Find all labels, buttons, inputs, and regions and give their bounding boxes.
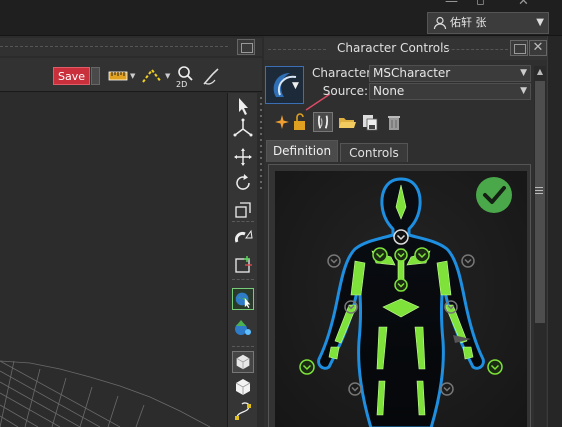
panel-scrollbar[interactable]: ▲ xyxy=(534,66,546,427)
dashed-path-icon[interactable] xyxy=(140,64,164,88)
close-icon[interactable]: ✕ xyxy=(518,0,529,9)
tool-strip xyxy=(227,93,257,427)
path-dropdown-icon[interactable]: ▼ xyxy=(165,72,170,80)
character-body-map xyxy=(299,177,512,427)
node-link-icon[interactable] xyxy=(232,316,254,338)
scroll-thumb[interactable] xyxy=(535,81,545,323)
character-controls-panel: Character Controls ✕ ▼ Character: MSChar… xyxy=(264,36,562,427)
2d-zoom-icon[interactable]: 2D xyxy=(174,64,198,88)
character-select[interactable]: MSCharacter ▼ xyxy=(369,65,531,82)
minimize-icon[interactable]: — xyxy=(445,0,458,9)
close-panel-button[interactable]: ✕ xyxy=(529,40,547,56)
resize-grip-icon[interactable] xyxy=(535,185,543,199)
tool-separator xyxy=(232,279,254,280)
save-stack-icon[interactable] xyxy=(360,112,380,132)
tool-separator xyxy=(232,346,254,347)
source-value: None xyxy=(373,84,405,98)
panel-tabs: Definition Controls xyxy=(265,140,545,162)
restore-icon[interactable]: ▫ xyxy=(476,0,485,9)
save-options-dropdown[interactable] xyxy=(91,67,100,85)
checkmark-circle-icon xyxy=(476,177,512,213)
brush-icon[interactable] xyxy=(200,64,224,88)
tab-controls[interactable]: Controls xyxy=(340,143,408,162)
float-panel-button[interactable] xyxy=(510,40,528,56)
curve-icon[interactable] xyxy=(232,399,254,421)
panel-title: Character Controls xyxy=(337,41,450,55)
scroll-up-icon[interactable]: ▲ xyxy=(534,66,546,78)
ruler-icon[interactable] xyxy=(106,64,130,88)
chevron-down-icon: ▼ xyxy=(520,86,527,96)
thumbnail-dropdown-icon[interactable]: ▼ xyxy=(292,81,299,91)
scale-icon[interactable] xyxy=(232,199,254,221)
save-button[interactable]: Save xyxy=(53,67,90,85)
3d-viewport[interactable] xyxy=(0,93,226,427)
user-icon xyxy=(433,16,447,30)
float-panel-button[interactable] xyxy=(237,39,255,55)
ruler-dropdown-icon[interactable]: ▼ xyxy=(130,72,135,80)
app-root: — ▫ ✕ 佑轩 张 ▼ Save ▼ ▼ 2D Character Contr… xyxy=(0,0,562,427)
pivot-icon[interactable] xyxy=(232,253,254,275)
panel-title-bar: Character Controls ✕ xyxy=(264,38,562,60)
bones-icon[interactable] xyxy=(313,112,333,132)
dock-grip[interactable] xyxy=(268,49,326,50)
trash-icon[interactable] xyxy=(384,112,404,132)
chevron-down-icon: ▼ xyxy=(520,68,527,78)
lock-open-icon[interactable] xyxy=(290,112,310,132)
magnet-snap-icon[interactable] xyxy=(232,226,254,248)
window-title-bar: — ▫ ✕ 佑轩 张 ▼ xyxy=(0,0,562,36)
select-arrow-icon[interactable] xyxy=(232,95,254,117)
character-value: MSCharacter xyxy=(373,66,451,80)
cube-icon[interactable] xyxy=(232,376,254,398)
window-edge xyxy=(547,36,562,427)
tool-separator xyxy=(232,221,254,222)
move-icon[interactable] xyxy=(232,146,254,168)
viewport-toolbar: Save ▼ ▼ 2D xyxy=(0,58,262,92)
viewport-header xyxy=(0,38,262,56)
transform-axes-icon[interactable] xyxy=(232,117,254,139)
rotate-icon[interactable] xyxy=(232,172,254,194)
character-map-view[interactable] xyxy=(275,171,527,427)
triangle-down-icon: ▼ xyxy=(536,17,544,28)
dock-grip[interactable] xyxy=(0,46,228,47)
star-sparkle-icon[interactable] xyxy=(272,112,292,132)
source-select[interactable]: None ▼ xyxy=(369,83,531,100)
user-account-dropdown[interactable]: 佑轩 张 ▼ xyxy=(427,12,549,34)
dock-grip[interactable] xyxy=(442,49,508,50)
cube-solid-icon[interactable] xyxy=(232,351,254,373)
user-name: 佑轩 张 xyxy=(450,16,487,29)
svg-text:2D: 2D xyxy=(176,80,187,88)
source-label: Source: xyxy=(322,84,368,98)
definition-panel xyxy=(268,164,531,427)
globe-select-icon[interactable] xyxy=(232,288,254,310)
tab-definition[interactable]: Definition xyxy=(266,140,338,162)
character-thumbnail[interactable]: ▼ xyxy=(265,66,304,104)
folder-open-icon[interactable] xyxy=(337,112,357,132)
character-label: Character: xyxy=(312,66,376,80)
ground-grid xyxy=(0,360,211,427)
